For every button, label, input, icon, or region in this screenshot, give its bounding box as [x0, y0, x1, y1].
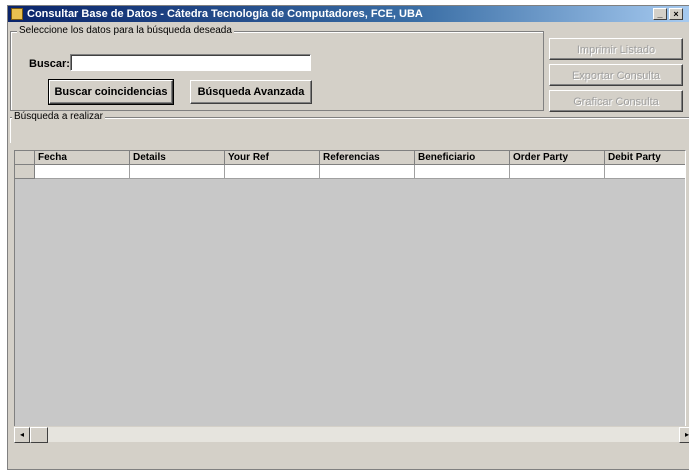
minimize-button[interactable]: _ — [653, 8, 667, 20]
criteria-group: Búsqueda a realizar — [10, 111, 689, 143]
advanced-search-button[interactable]: Búsqueda Avanzada — [190, 80, 312, 104]
search-label: Buscar: — [29, 58, 70, 70]
column-header-debit-party[interactable]: Debit Party — [605, 151, 685, 165]
grid-corner — [15, 151, 35, 165]
grid-header-row: Fecha Details Your Ref Referencias Benef… — [15, 151, 685, 165]
scroll-thumb[interactable] — [30, 427, 48, 443]
table-cell[interactable] — [130, 165, 225, 179]
table-cell[interactable] — [415, 165, 510, 179]
table-cell[interactable] — [35, 165, 130, 179]
table-cell[interactable] — [320, 165, 415, 179]
scroll-right-arrow-icon[interactable]: ▸ — [679, 427, 689, 443]
export-query-button[interactable]: Exportar Consulta — [549, 64, 683, 86]
column-header-referencias[interactable]: Referencias — [320, 151, 415, 165]
results-grid[interactable]: Fecha Details Your Ref Referencias Benef… — [14, 150, 686, 442]
app-icon — [11, 8, 23, 20]
table-cell[interactable] — [510, 165, 605, 179]
window-title: Consultar Base de Datos - Cátedra Tecnol… — [27, 8, 423, 20]
close-button[interactable]: × — [669, 8, 683, 20]
horizontal-scrollbar[interactable]: ◂ ▸ — [14, 426, 689, 443]
graph-query-button[interactable]: Graficar Consulta — [549, 90, 683, 112]
criteria-group-legend: Búsqueda a realizar — [12, 111, 105, 122]
main-window: Consultar Base de Datos - Cátedra Tecnol… — [7, 5, 689, 470]
title-bar[interactable]: Consultar Base de Datos - Cátedra Tecnol… — [8, 6, 689, 22]
column-header-order-party[interactable]: Order Party — [510, 151, 605, 165]
table-cell[interactable] — [605, 165, 685, 179]
search-group-legend: Seleccione los datos para la búsqueda de… — [17, 25, 234, 36]
column-header-beneficiario[interactable]: Beneficiario — [415, 151, 510, 165]
column-header-fecha[interactable]: Fecha — [35, 151, 130, 165]
find-matches-button[interactable]: Buscar coincidencias — [48, 79, 174, 105]
column-header-your-ref[interactable]: Your Ref — [225, 151, 320, 165]
table-cell[interactable] — [225, 165, 320, 179]
row-header[interactable] — [15, 165, 35, 179]
table-row[interactable] — [15, 165, 685, 179]
column-header-details[interactable]: Details — [130, 151, 225, 165]
scroll-left-arrow-icon[interactable]: ◂ — [14, 427, 30, 443]
print-list-button[interactable]: Imprimir Listado — [549, 38, 683, 60]
search-input[interactable] — [70, 54, 311, 71]
